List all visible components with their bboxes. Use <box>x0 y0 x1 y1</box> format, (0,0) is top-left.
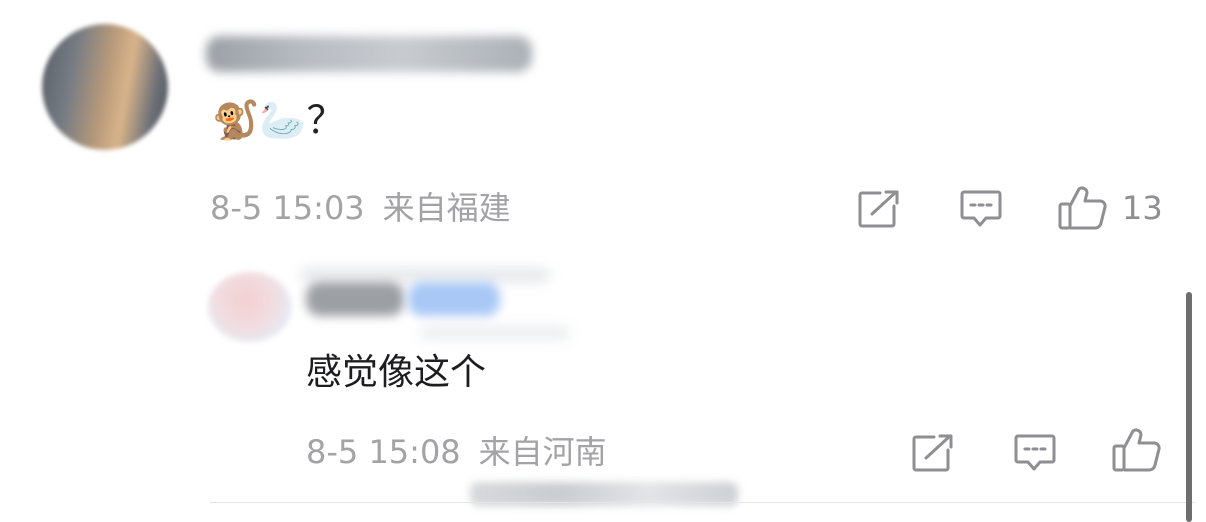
reply-comment-icon[interactable] <box>1014 434 1056 472</box>
like-count: 13 <box>1122 189 1163 227</box>
comment-icon[interactable] <box>960 190 1002 228</box>
reply-text: 感觉像这个 <box>306 352 487 393</box>
reply-avatar[interactable] <box>208 272 292 342</box>
blur-artifact <box>420 326 570 340</box>
scrollbar[interactable] <box>1186 292 1192 522</box>
blur-artifact <box>300 268 550 282</box>
comment-meta: 8-5 15:03 来自福建 <box>210 188 511 228</box>
thumbs-up-icon[interactable] <box>1058 186 1108 230</box>
share-icon[interactable] <box>858 190 900 228</box>
avatar[interactable] <box>42 24 168 150</box>
divider <box>210 502 1195 503</box>
comment-time: 8-5 15:03 <box>210 189 365 227</box>
reply-username-blurred[interactable] <box>306 282 404 316</box>
comment-location: 来自福建 <box>382 189 511 227</box>
reply-thumbs-up-icon[interactable] <box>1112 428 1162 472</box>
reply-badge-blurred <box>408 282 500 316</box>
reply-time: 8-5 15:08 <box>306 433 461 471</box>
reply-meta: 8-5 15:08 来自河南 <box>306 432 607 472</box>
username-blurred[interactable] <box>206 36 532 72</box>
comment-text: 🐒🦢？ <box>212 98 345 142</box>
reply-share-icon[interactable] <box>912 434 954 472</box>
reply-location: 来自河南 <box>478 433 607 471</box>
